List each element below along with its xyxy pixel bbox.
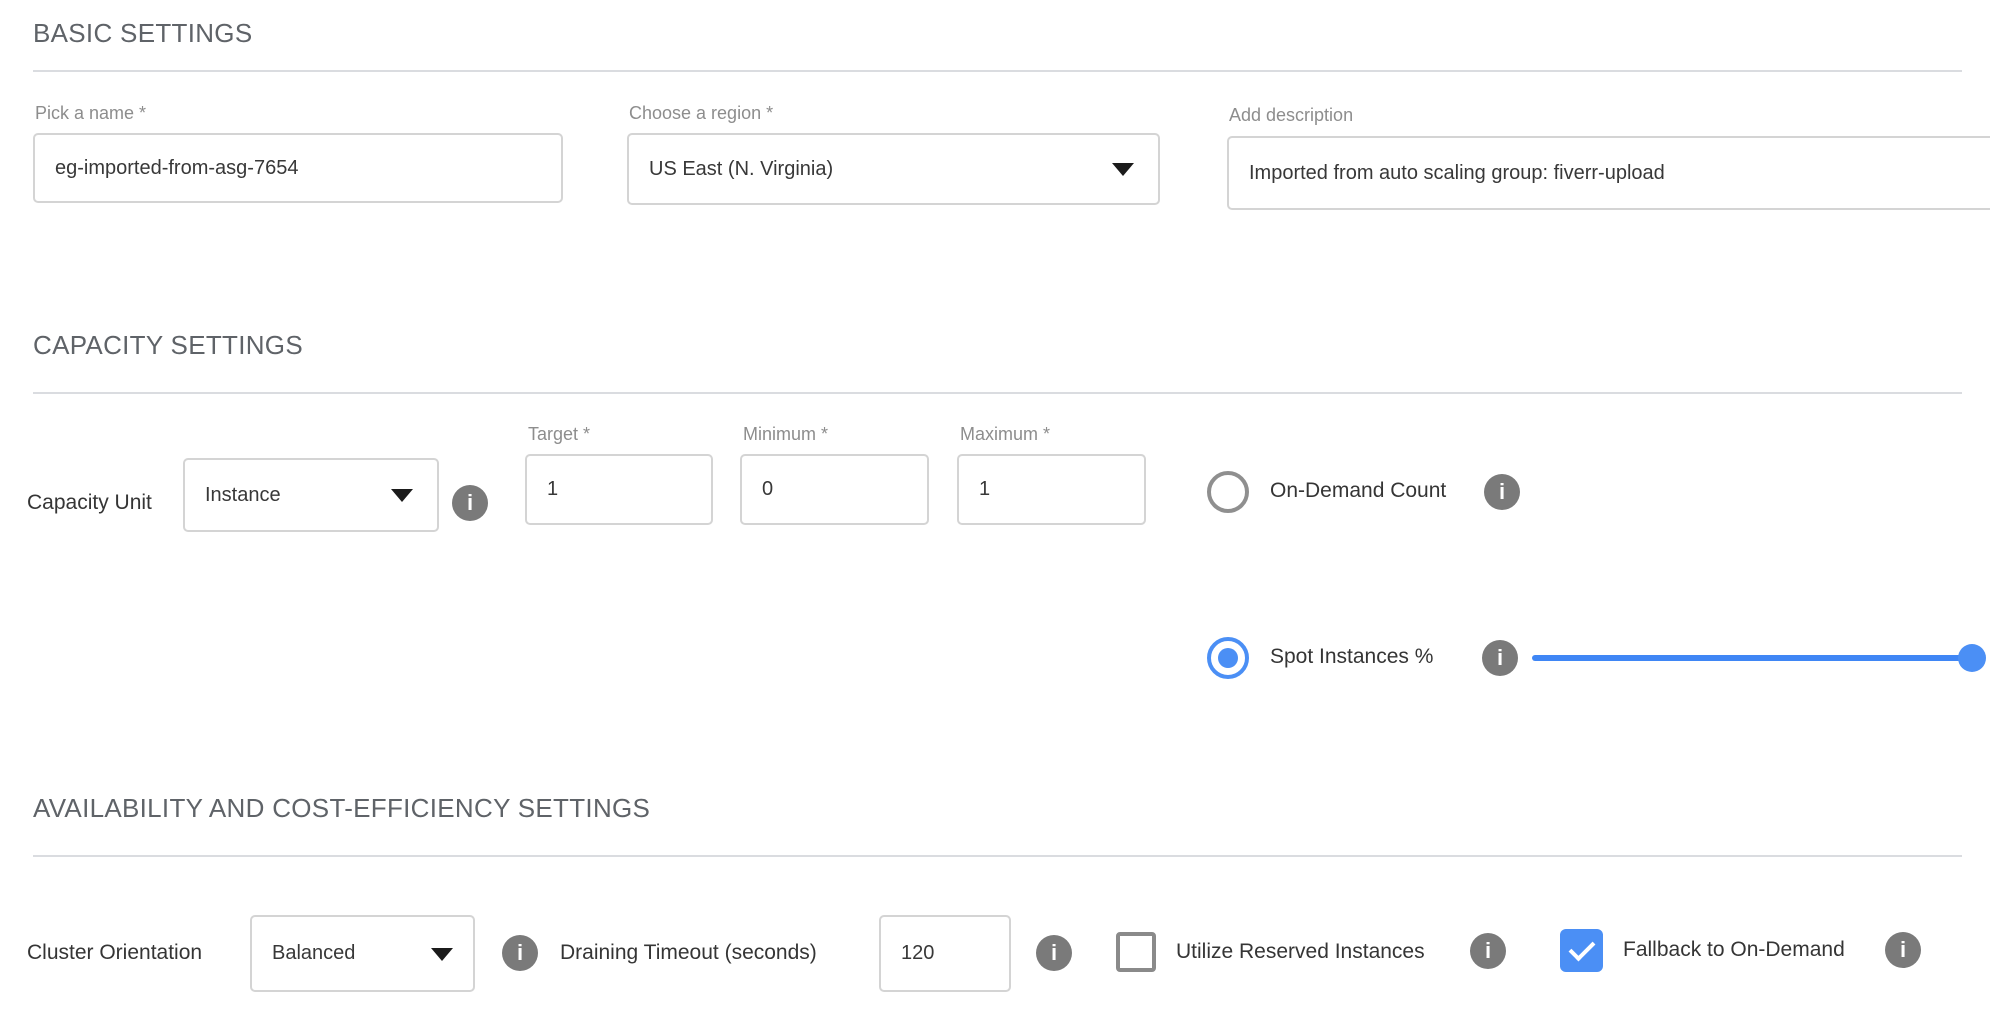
info-icon[interactable]: i bbox=[502, 935, 538, 971]
target-label: Target * bbox=[528, 424, 590, 445]
maximum-label: Maximum * bbox=[960, 424, 1050, 445]
draining-timeout-label: Draining Timeout (seconds) bbox=[560, 941, 817, 965]
draining-timeout-input[interactable]: 120 bbox=[879, 915, 1011, 992]
chevron-down-icon bbox=[391, 489, 413, 502]
section-divider bbox=[33, 855, 1962, 857]
section-divider bbox=[33, 70, 1962, 72]
utilize-reserved-instances-checkbox[interactable] bbox=[1116, 932, 1156, 972]
draining-timeout-value: 120 bbox=[901, 942, 934, 965]
radio-selected-dot bbox=[1218, 648, 1238, 668]
minimum-label: Minimum * bbox=[743, 424, 828, 445]
info-icon[interactable]: i bbox=[452, 485, 488, 521]
cluster-orientation-value: Balanced bbox=[272, 942, 355, 965]
maximum-input[interactable]: 1 bbox=[957, 454, 1146, 525]
chevron-down-icon bbox=[1112, 163, 1134, 176]
on-demand-count-radio[interactable] bbox=[1207, 471, 1249, 513]
elastigroup-settings-form: { "colors": { "accent_blue": "#4b8ff5", … bbox=[0, 0, 1990, 1016]
target-input[interactable]: 1 bbox=[525, 454, 713, 525]
spot-percentage-slider-handle[interactable] bbox=[1958, 644, 1986, 672]
capacity-unit-value: Instance bbox=[205, 484, 281, 507]
info-icon[interactable]: i bbox=[1484, 474, 1520, 510]
spot-instances-radio[interactable] bbox=[1207, 637, 1249, 679]
pick-name-label: Pick a name * bbox=[35, 103, 146, 124]
fallback-on-demand-checkbox[interactable] bbox=[1560, 929, 1603, 972]
utilize-reserved-instances-label: Utilize Reserved Instances bbox=[1176, 940, 1425, 964]
description-input[interactable]: Imported from auto scaling group: fiverr… bbox=[1227, 136, 1990, 210]
description-input-value: Imported from auto scaling group: fiverr… bbox=[1249, 162, 1665, 185]
capacity-settings-title: CAPACITY SETTINGS bbox=[33, 330, 303, 361]
region-select-value: US East (N. Virginia) bbox=[649, 158, 833, 181]
capacity-unit-label: Capacity Unit bbox=[27, 491, 152, 515]
capacity-unit-select[interactable]: Instance bbox=[183, 458, 439, 532]
minimum-input[interactable]: 0 bbox=[740, 454, 929, 525]
chevron-down-icon bbox=[431, 948, 453, 961]
target-input-value: 1 bbox=[547, 478, 558, 501]
name-input-value: eg-imported-from-asg-7654 bbox=[55, 157, 298, 180]
minimum-input-value: 0 bbox=[762, 478, 773, 501]
basic-settings-title: BASIC SETTINGS bbox=[33, 18, 252, 49]
section-divider bbox=[33, 392, 1962, 394]
region-label: Choose a region * bbox=[629, 103, 773, 124]
info-icon[interactable]: i bbox=[1885, 932, 1921, 968]
name-input[interactable]: eg-imported-from-asg-7654 bbox=[33, 133, 563, 203]
spot-percentage-slider[interactable] bbox=[1532, 655, 1972, 661]
description-label: Add description bbox=[1229, 105, 1353, 126]
checkmark-icon bbox=[1568, 935, 1595, 962]
availability-settings-title: AVAILABILITY AND COST-EFFICIENCY SETTING… bbox=[33, 793, 650, 824]
spot-instances-label: Spot Instances % bbox=[1270, 645, 1433, 669]
info-icon[interactable]: i bbox=[1470, 933, 1506, 969]
info-icon[interactable]: i bbox=[1036, 935, 1072, 971]
cluster-orientation-label: Cluster Orientation bbox=[27, 941, 202, 965]
on-demand-count-label: On-Demand Count bbox=[1270, 479, 1446, 503]
cluster-orientation-select[interactable]: Balanced bbox=[250, 915, 475, 992]
fallback-on-demand-label: Fallback to On-Demand bbox=[1623, 938, 1845, 962]
info-icon[interactable]: i bbox=[1482, 640, 1518, 676]
maximum-input-value: 1 bbox=[979, 478, 990, 501]
region-select[interactable]: US East (N. Virginia) bbox=[627, 133, 1160, 205]
